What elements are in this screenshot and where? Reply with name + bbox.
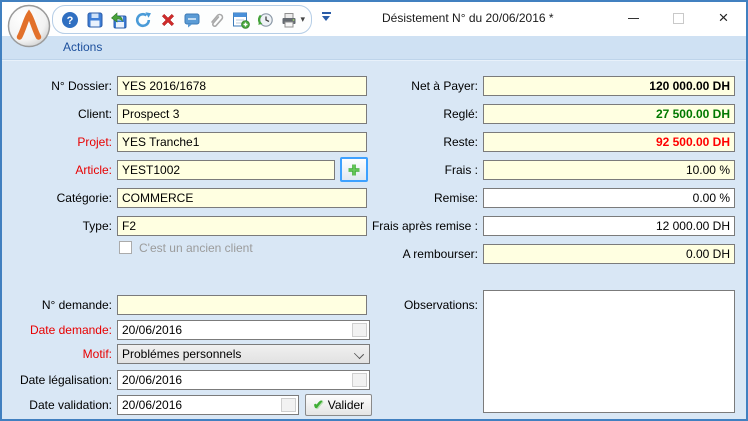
- save-icon[interactable]: [83, 8, 105, 32]
- quick-access-toolbar: ?: [52, 5, 312, 34]
- label-projet: Projet:: [2, 132, 112, 152]
- a-rembourser-field[interactable]: [483, 244, 735, 264]
- label-client: Client:: [2, 104, 112, 124]
- close-button[interactable]: ×: [701, 2, 746, 34]
- label-motif: Motif:: [2, 344, 112, 364]
- window-title: Désistement N° du 20/06/2016 *: [382, 2, 554, 36]
- regle-field[interactable]: [483, 104, 735, 124]
- label-categorie: Catégorie:: [2, 188, 112, 208]
- valider-button[interactable]: ✔ Valider: [305, 394, 372, 416]
- help-icon[interactable]: ?: [59, 8, 81, 32]
- comment-icon[interactable]: [181, 8, 203, 32]
- label-date-validation: Date validation:: [2, 395, 112, 415]
- motif-selected-value: Problémes personnels: [122, 347, 241, 361]
- date-legalisation-input[interactable]: [118, 371, 369, 389]
- refresh-icon[interactable]: [132, 8, 154, 32]
- motif-select[interactable]: Problémes personnels: [117, 344, 370, 364]
- label-type: Type:: [2, 216, 112, 236]
- num-demande-input[interactable]: [117, 295, 367, 315]
- save-as-icon[interactable]: [108, 8, 130, 32]
- print-dropdown-icon[interactable]: ▾: [300, 14, 305, 25]
- label-date-legalisation: Date légalisation:: [2, 370, 112, 390]
- maximize-button[interactable]: [656, 2, 701, 34]
- frais-apres-remise-field[interactable]: [483, 216, 735, 236]
- chevron-down-icon: [354, 349, 364, 359]
- attachment-icon[interactable]: [205, 8, 227, 32]
- window-controls: ×: [611, 2, 746, 34]
- client-input[interactable]: [117, 104, 367, 124]
- reste-field[interactable]: [483, 132, 735, 152]
- history-icon[interactable]: [254, 8, 276, 32]
- label-reste: Reste:: [358, 132, 478, 152]
- label-a-rembourser: A rembourser:: [358, 244, 478, 264]
- minimize-button[interactable]: [611, 2, 656, 34]
- label-article: Article:: [2, 160, 112, 180]
- form-area: N° Dossier: Client: Projet: Article: Cat…: [2, 60, 746, 419]
- add-calculation-icon[interactable]: [229, 8, 251, 32]
- label-frais-apres-remise: Frais après remise :: [358, 216, 478, 236]
- observations-textarea[interactable]: [483, 290, 735, 413]
- net-a-payer-field[interactable]: [483, 76, 735, 96]
- type-input[interactable]: [117, 216, 367, 236]
- projet-input[interactable]: [117, 132, 367, 152]
- application-window: ?: [0, 0, 748, 421]
- menu-actions[interactable]: Actions: [57, 36, 108, 60]
- print-icon[interactable]: [278, 8, 300, 32]
- valider-button-label: Valider: [328, 398, 364, 412]
- ancien-client-label: C'est un ancien client: [139, 241, 253, 255]
- label-regle: Reglé:: [358, 104, 478, 124]
- date-validation-field[interactable]: [117, 395, 299, 415]
- dossier-input[interactable]: [117, 76, 367, 96]
- date-validation-picker-button[interactable]: [281, 398, 296, 412]
- menu-bar: Actions: [2, 36, 746, 60]
- label-remise: Remise:: [358, 188, 478, 208]
- toolbar-overflow-button[interactable]: [320, 11, 332, 25]
- label-dossier: N° Dossier:: [2, 76, 112, 96]
- label-net-a-payer: Net à Payer:: [358, 76, 478, 96]
- label-observations: Observations:: [358, 295, 478, 315]
- article-input[interactable]: [117, 160, 335, 180]
- label-frais: Frais :: [358, 160, 478, 180]
- label-num-demande: N° demande:: [2, 295, 112, 315]
- date-validation-input[interactable]: [118, 396, 298, 414]
- remise-field[interactable]: [483, 188, 735, 208]
- svg-text:?: ?: [67, 15, 74, 27]
- date-demande-input[interactable]: [118, 321, 369, 339]
- double-check-icon: ✔: [313, 397, 324, 413]
- delete-icon[interactable]: [156, 8, 178, 32]
- frais-field[interactable]: [483, 160, 735, 180]
- label-date-demande: Date demande:: [2, 320, 112, 340]
- title-bar: ?: [2, 2, 746, 36]
- date-demande-field[interactable]: [117, 320, 370, 340]
- app-logo-icon[interactable]: [7, 4, 51, 48]
- date-legalisation-field[interactable]: [117, 370, 370, 390]
- ancien-client-checkbox[interactable]: [119, 241, 132, 254]
- date-demande-picker-button[interactable]: [352, 323, 367, 337]
- date-legalisation-picker-button[interactable]: [352, 373, 367, 387]
- categorie-input[interactable]: [117, 188, 367, 208]
